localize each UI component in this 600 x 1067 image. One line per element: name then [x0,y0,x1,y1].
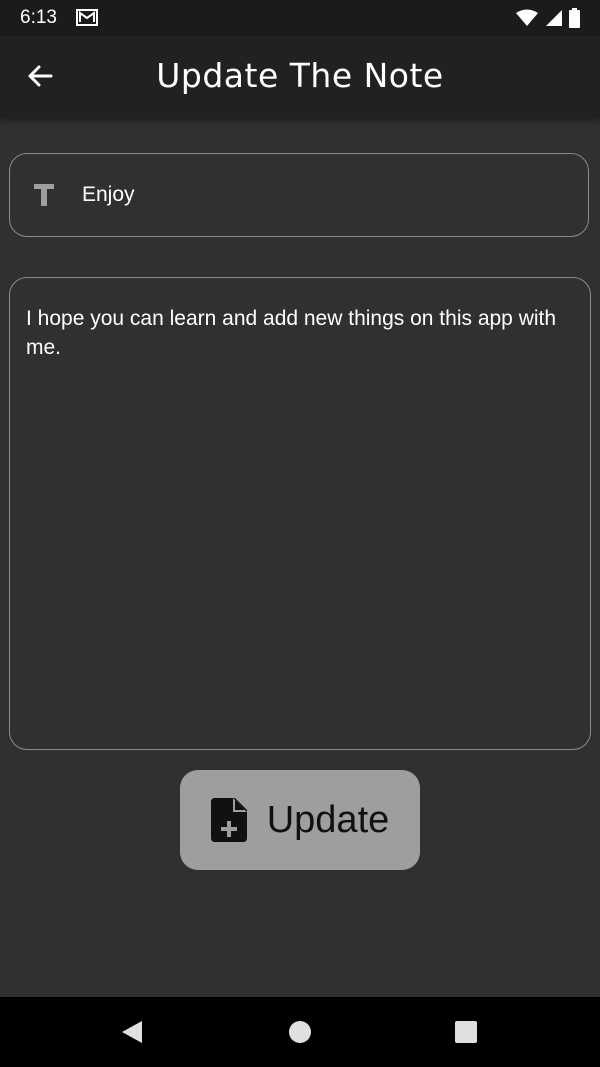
content-field[interactable]: I hope you can learn and add new things … [9,277,591,750]
note-add-icon [210,798,247,842]
update-label: Update [266,798,390,841]
nav-home-button[interactable] [283,1015,317,1049]
status-time: 6:13 [20,7,57,28]
gmail-icon [76,9,98,26]
status-icons [515,8,580,28]
title-t-icon [34,184,54,206]
home-circle-icon [289,1021,311,1043]
title-field[interactable] [9,153,589,237]
battery-icon [569,8,580,28]
app-bar: Update The Note [0,36,600,118]
update-button[interactable]: Update [180,770,420,870]
back-triangle-icon [122,1021,142,1043]
nav-bar [0,997,600,1067]
nav-back-button[interactable] [115,1015,149,1049]
nav-recents-button[interactable] [449,1015,483,1049]
page-title: Update The Note [156,56,444,95]
content-input[interactable]: I hope you can learn and add new things … [26,304,574,724]
status-bar: 6:13 [0,0,600,36]
signal-icon [546,10,562,26]
title-input[interactable] [80,174,564,216]
recents-square-icon [455,1021,477,1043]
wifi-icon [516,9,538,26]
